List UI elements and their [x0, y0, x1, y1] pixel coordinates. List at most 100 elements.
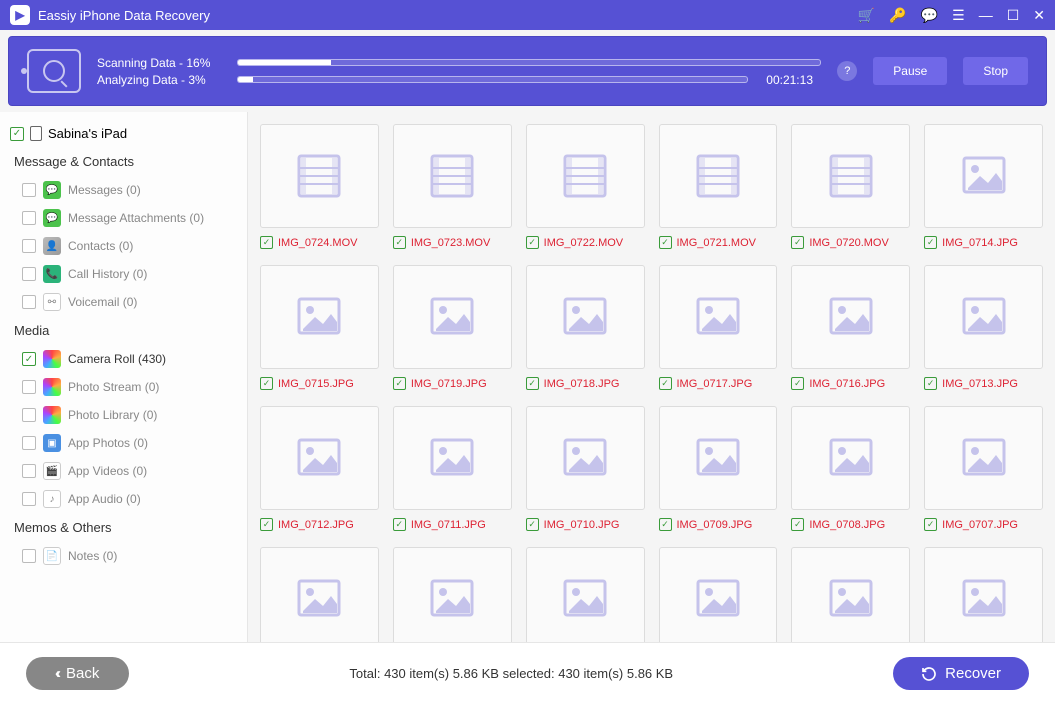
cat-app-videos[interactable]: 🎬App Videos (0) — [0, 457, 247, 485]
checkbox[interactable] — [22, 549, 36, 563]
checkbox[interactable] — [22, 492, 36, 506]
device-row[interactable]: Sabina's iPad — [0, 120, 247, 147]
thumbnail-preview[interactable] — [659, 124, 778, 228]
thumbnail-item[interactable]: IMG_0719.JPG — [393, 265, 512, 390]
thumbnail-item[interactable]: IMG_0714.JPG — [924, 124, 1043, 249]
cat-photo-library[interactable]: Photo Library (0) — [0, 401, 247, 429]
thumbnail-preview[interactable] — [924, 547, 1043, 642]
thumbnail-preview[interactable] — [791, 406, 910, 510]
cat-camera-roll[interactable]: Camera Roll (430) — [0, 345, 247, 373]
help-icon[interactable]: ? — [837, 61, 857, 81]
thumbnail-preview[interactable] — [924, 265, 1043, 369]
thumbnail-preview[interactable] — [393, 124, 512, 228]
thumbnail-item[interactable]: IMG_0711.JPG — [393, 406, 512, 531]
maximize-icon[interactable]: ☐ — [1007, 7, 1020, 24]
thumbnail-item[interactable]: IMG_0723.MOV — [393, 124, 512, 249]
chat-icon[interactable]: 💬 — [921, 7, 938, 24]
thumbnail-preview[interactable] — [659, 406, 778, 510]
checkbox[interactable] — [22, 380, 36, 394]
thumb-checkbox[interactable] — [526, 236, 539, 249]
thumb-checkbox[interactable] — [260, 236, 273, 249]
thumbnail-preview[interactable] — [526, 406, 645, 510]
back-button[interactable]: ‹‹ Back — [26, 657, 129, 690]
thumbnail-preview[interactable] — [260, 406, 379, 510]
thumbnail-preview[interactable] — [393, 547, 512, 642]
thumbnail-preview[interactable] — [393, 265, 512, 369]
checkbox[interactable] — [22, 352, 36, 366]
thumb-checkbox[interactable] — [260, 518, 273, 531]
cat-message-attachments[interactable]: 💬Message Attachments (0) — [0, 204, 247, 232]
thumbnail-preview[interactable] — [526, 265, 645, 369]
thumbnail-preview[interactable] — [924, 124, 1043, 228]
cat-voicemail[interactable]: ⚯Voicemail (0) — [0, 288, 247, 316]
cat-call-history[interactable]: 📞Call History (0) — [0, 260, 247, 288]
thumbnail-item[interactable]: IMG_0721.MOV — [659, 124, 778, 249]
menu-icon[interactable]: ☰ — [952, 7, 965, 24]
thumbnail-item[interactable]: IMG_0707.JPG — [924, 406, 1043, 531]
cart-icon[interactable]: 🛒 — [858, 7, 875, 24]
thumb-checkbox[interactable] — [791, 377, 804, 390]
thumbnail-item[interactable] — [659, 547, 778, 642]
thumbnail-item[interactable]: IMG_0715.JPG — [260, 265, 379, 390]
thumbnail-preview[interactable] — [659, 547, 778, 642]
thumbnail-preview[interactable] — [393, 406, 512, 510]
thumbnail-item[interactable]: IMG_0713.JPG — [924, 265, 1043, 390]
thumbnail-item[interactable]: IMG_0720.MOV — [791, 124, 910, 249]
thumbnail-item[interactable] — [260, 547, 379, 642]
thumbnail-preview[interactable] — [260, 124, 379, 228]
checkbox[interactable] — [22, 211, 36, 225]
thumbnail-item[interactable]: IMG_0708.JPG — [791, 406, 910, 531]
checkbox[interactable] — [22, 239, 36, 253]
checkbox[interactable] — [22, 408, 36, 422]
thumbnail-preview[interactable] — [526, 124, 645, 228]
checkbox[interactable] — [22, 436, 36, 450]
thumbnail-item[interactable]: IMG_0718.JPG — [526, 265, 645, 390]
thumbnail-item[interactable]: IMG_0716.JPG — [791, 265, 910, 390]
thumbnail-preview[interactable] — [526, 547, 645, 642]
thumb-checkbox[interactable] — [924, 518, 937, 531]
thumbnail-item[interactable]: IMG_0712.JPG — [260, 406, 379, 531]
thumbnail-item[interactable] — [924, 547, 1043, 642]
thumbnail-preview[interactable] — [791, 124, 910, 228]
thumbnail-item[interactable] — [791, 547, 910, 642]
thumb-checkbox[interactable] — [659, 236, 672, 249]
thumb-checkbox[interactable] — [393, 377, 406, 390]
thumbnail-item[interactable]: IMG_0722.MOV — [526, 124, 645, 249]
checkbox[interactable] — [22, 183, 36, 197]
checkbox[interactable] — [22, 464, 36, 478]
thumbnail-item[interactable]: IMG_0709.JPG — [659, 406, 778, 531]
stop-button[interactable]: Stop — [963, 57, 1028, 85]
minimize-icon[interactable]: — — [979, 7, 993, 23]
thumbnail-preview[interactable] — [260, 265, 379, 369]
cat-photo-stream[interactable]: Photo Stream (0) — [0, 373, 247, 401]
cat-notes[interactable]: 📄Notes (0) — [0, 542, 247, 570]
thumb-checkbox[interactable] — [791, 518, 804, 531]
recover-button[interactable]: Recover — [893, 657, 1029, 690]
thumb-checkbox[interactable] — [659, 377, 672, 390]
thumb-checkbox[interactable] — [526, 518, 539, 531]
checkbox[interactable] — [22, 295, 36, 309]
pause-button[interactable]: Pause — [873, 57, 947, 85]
device-checkbox[interactable] — [10, 127, 24, 141]
thumbnail-item[interactable]: IMG_0724.MOV — [260, 124, 379, 249]
close-icon[interactable]: ✕ — [1033, 7, 1045, 24]
cat-app-photos[interactable]: ▣App Photos (0) — [0, 429, 247, 457]
thumb-checkbox[interactable] — [924, 377, 937, 390]
thumbnail-preview[interactable] — [924, 406, 1043, 510]
checkbox[interactable] — [22, 267, 36, 281]
thumb-checkbox[interactable] — [659, 518, 672, 531]
thumb-checkbox[interactable] — [791, 236, 804, 249]
thumbnail-preview[interactable] — [659, 265, 778, 369]
thumb-checkbox[interactable] — [526, 377, 539, 390]
thumb-checkbox[interactable] — [393, 518, 406, 531]
thumbnail-item[interactable]: IMG_0710.JPG — [526, 406, 645, 531]
thumbnail-preview[interactable] — [791, 547, 910, 642]
thumbnail-item[interactable] — [393, 547, 512, 642]
thumbnail-preview[interactable] — [260, 547, 379, 642]
thumbnail-item[interactable] — [526, 547, 645, 642]
key-icon[interactable]: 🔑 — [889, 7, 906, 24]
thumb-checkbox[interactable] — [260, 377, 273, 390]
thumb-checkbox[interactable] — [393, 236, 406, 249]
thumb-checkbox[interactable] — [924, 236, 937, 249]
thumbnail-preview[interactable] — [791, 265, 910, 369]
